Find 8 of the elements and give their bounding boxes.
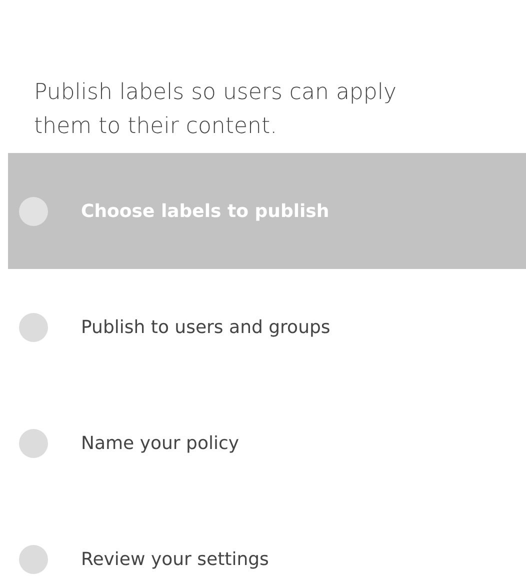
step-circle-icon bbox=[19, 544, 48, 574]
step-circle-icon bbox=[19, 196, 48, 226]
wizard-step[interactable]: Name your policy bbox=[8, 385, 526, 501]
description-text: Publish labels so users can apply them to their content. bbox=[33, 79, 398, 141]
step-circle-icon bbox=[19, 312, 48, 342]
step-circle-icon bbox=[19, 428, 48, 458]
wizard-step[interactable]: Review your settings bbox=[8, 501, 526, 581]
wizard-step[interactable]: Publish to users and groups bbox=[8, 269, 526, 385]
